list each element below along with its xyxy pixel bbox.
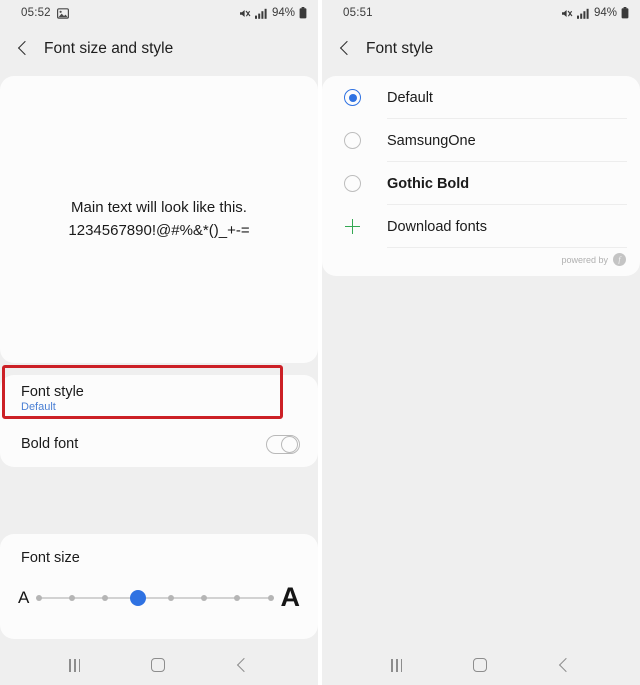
status-bar-right: 94%	[239, 7, 307, 19]
status-bar-left: 05:52	[21, 7, 69, 19]
signal-bars-icon	[576, 8, 590, 19]
back-chevron-icon[interactable]	[338, 42, 352, 56]
font-option-row[interactable]: Default	[322, 76, 640, 119]
plus-icon	[344, 218, 361, 235]
recents-icon[interactable]	[391, 658, 403, 672]
sound-mute-icon	[239, 8, 251, 19]
sound-mute-icon	[561, 8, 573, 19]
battery-icon	[621, 7, 629, 19]
font-settings-card: Font style Default Bold font	[0, 375, 318, 467]
bold-font-toggle[interactable]	[266, 434, 300, 454]
download-fonts-row[interactable]: Download fonts	[322, 205, 640, 248]
screenshot-pair: 05:52 94% Font size and style Main text …	[0, 0, 640, 685]
font-option-label: Default	[387, 89, 433, 106]
status-bar-left: 05:51	[343, 7, 373, 19]
small-a-icon: A	[18, 588, 30, 607]
slider-tick[interactable]	[36, 594, 43, 601]
left-phone-screen: 05:52 94% Font size and style Main text …	[0, 0, 318, 685]
battery-percent-label: 94%	[271, 7, 295, 19]
navigation-bar	[0, 645, 318, 685]
recents-icon[interactable]	[69, 658, 81, 672]
back-icon[interactable]	[236, 659, 249, 672]
font-style-row-labels: Font style Default	[21, 384, 84, 413]
status-bar: 05:52 94%	[0, 0, 318, 26]
download-fonts-label: Download fonts	[387, 218, 487, 235]
font-style-options: Default SamsungOne Gothic Bold	[322, 76, 640, 205]
preview-line-1: Main text will look like this.	[71, 199, 247, 216]
title-bar: Font size and style	[0, 26, 318, 72]
page-title: Font style	[366, 40, 434, 57]
preview-line-2: 1234567890!@#%&*()_+-=	[68, 221, 250, 239]
font-style-label: Font style	[21, 383, 84, 400]
home-icon[interactable]	[472, 658, 487, 672]
font-size-card: Font size A A	[0, 534, 318, 639]
back-icon[interactable]	[558, 659, 571, 672]
image-icon	[56, 7, 69, 19]
font-style-value: Default	[21, 400, 56, 413]
radio-unselected-icon[interactable]	[344, 132, 361, 149]
large-a-icon: A	[280, 582, 301, 612]
slider-tick[interactable]	[168, 594, 175, 601]
slider-thumb[interactable]	[130, 589, 147, 606]
font-option-row[interactable]: Gothic Bold	[322, 162, 640, 205]
font-size-slider[interactable]	[36, 589, 274, 607]
status-time: 05:52	[21, 7, 51, 19]
title-bar: Font style	[322, 26, 640, 72]
bold-font-label: Bold font	[21, 436, 79, 452]
slider-tick[interactable]	[267, 594, 274, 601]
page-title: Font size and style	[44, 40, 174, 57]
radio-selected-icon[interactable]	[344, 89, 361, 106]
battery-percent-label: 94%	[593, 7, 617, 19]
home-icon[interactable]	[150, 658, 165, 672]
font-option-row[interactable]: SamsungOne	[322, 119, 640, 162]
back-chevron-icon[interactable]	[16, 42, 30, 56]
bold-font-row[interactable]: Bold font	[0, 421, 318, 467]
font-option-label: Gothic Bold	[387, 175, 470, 192]
battery-icon	[299, 7, 307, 19]
font-style-list-card: Default SamsungOne Gothic Bold Download fo…	[322, 76, 640, 276]
radio-unselected-icon[interactable]	[344, 175, 361, 192]
font-preview-card: Main text will look like this. 123456789…	[0, 76, 318, 363]
row-divider	[387, 247, 627, 248]
font-style-row[interactable]: Font style Default	[0, 375, 318, 421]
navigation-bar	[322, 645, 640, 685]
right-phone-screen: 05:51 94% Font style Default SamsungOne …	[322, 0, 640, 685]
slider-tick[interactable]	[201, 594, 208, 601]
status-time: 05:51	[343, 7, 373, 19]
powered-by-label: powered by	[561, 254, 608, 265]
preview-text: Main text will look like this. 123456789…	[68, 197, 249, 242]
slider-tick[interactable]	[102, 594, 109, 601]
font-size-slider-wrap: A A	[0, 566, 318, 611]
font-size-label: Font size	[21, 550, 80, 566]
powered-by-badge-icon: f	[613, 253, 626, 266]
font-option-label: SamsungOne	[387, 132, 476, 149]
status-bar-right: 94%	[561, 7, 629, 19]
status-bar: 05:51 94%	[322, 0, 640, 26]
signal-bars-icon	[254, 8, 268, 19]
powered-by-footer: powered by f	[322, 248, 640, 274]
slider-tick[interactable]	[69, 594, 76, 601]
slider-tick[interactable]	[234, 594, 241, 601]
